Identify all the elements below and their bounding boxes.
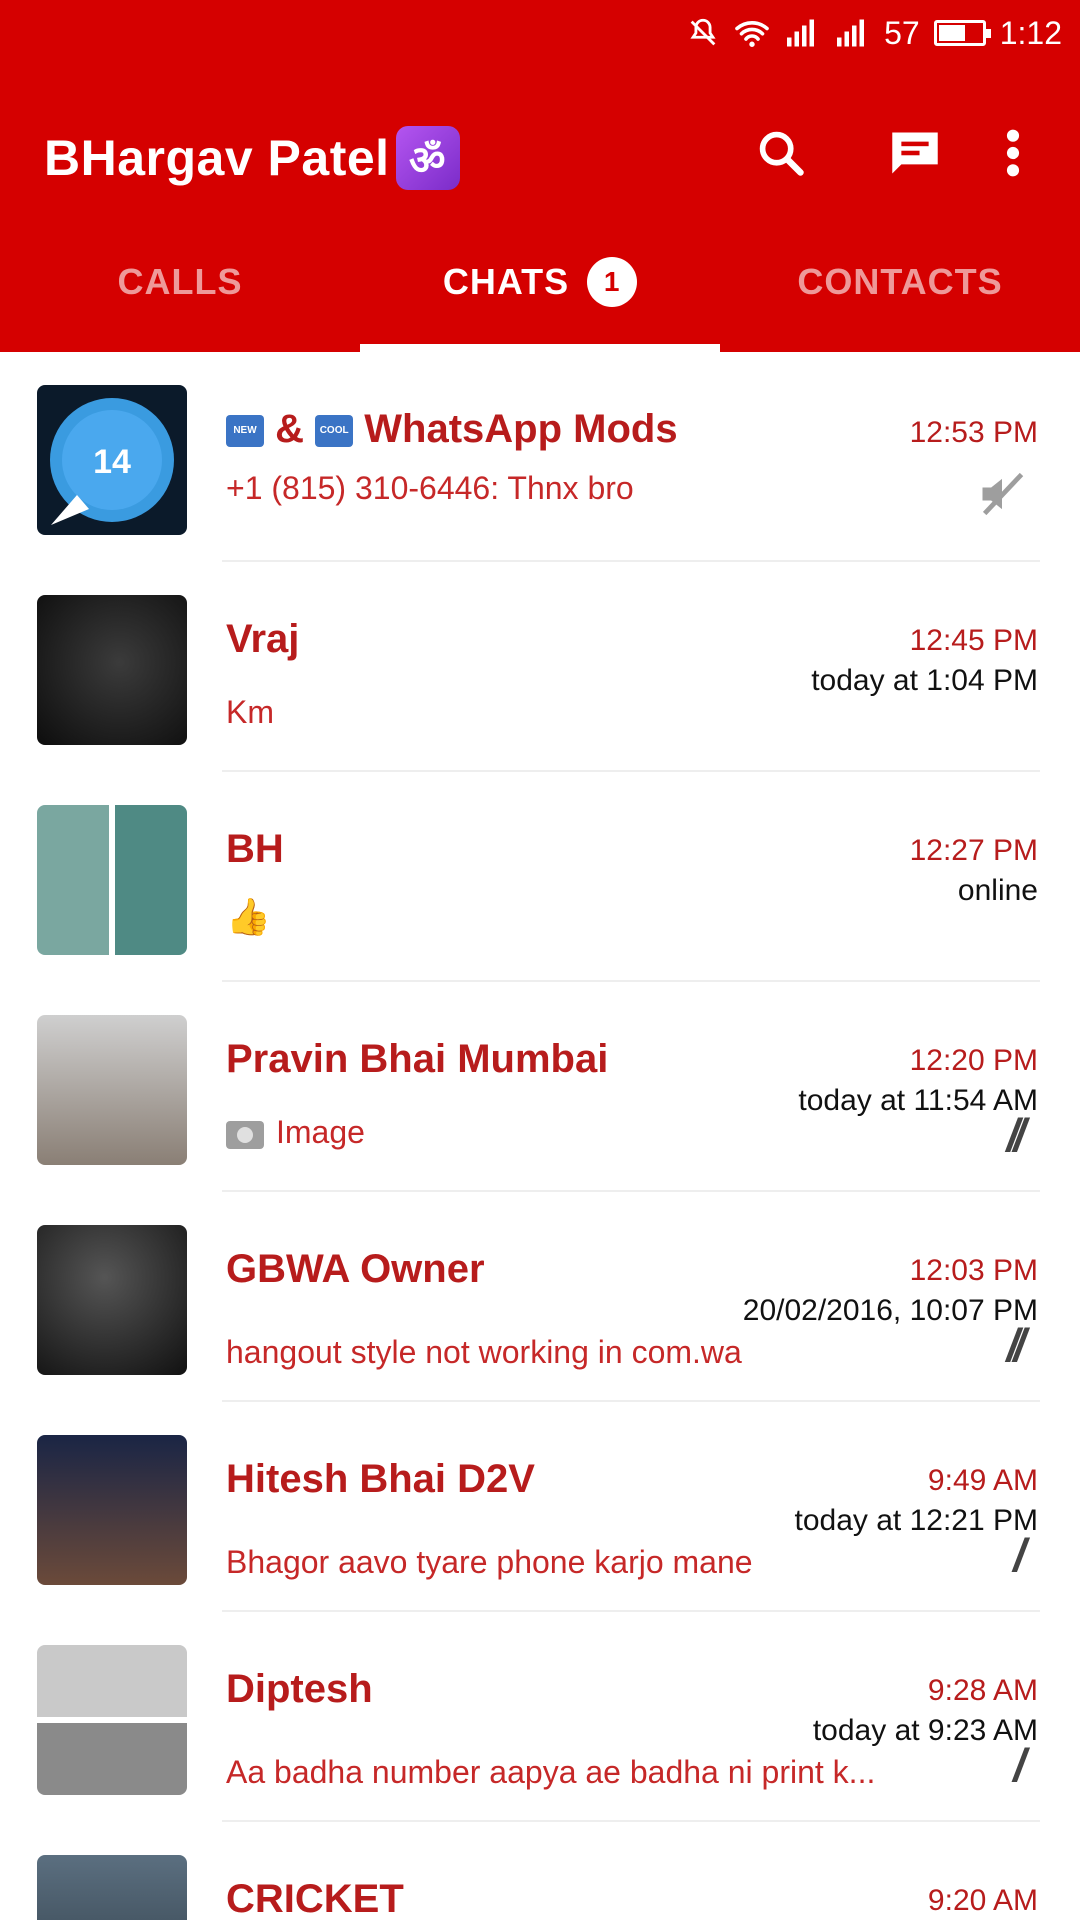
toolbar: BHargav Patel ॐ (0, 90, 1080, 220)
mute-notifications-icon (686, 16, 720, 50)
chat-time: 9:20 AM (927, 1884, 1038, 1917)
chat-row[interactable]: 14 NEW & COOL WhatsApp Mods 12:53 PM +1 … (0, 352, 1080, 562)
chat-time: 12:20 PM (909, 1044, 1038, 1077)
read-ticks-icon: // (1006, 1109, 1025, 1161)
new-emoji-icon: NEW (226, 415, 264, 448)
chat-row[interactable]: Hitesh Bhai D2V 9:49 AM today at 12:21 P… (0, 1402, 1080, 1612)
chat-name: CRICKET (226, 1877, 404, 1920)
tab-calls[interactable]: CALLS (0, 240, 360, 352)
last-seen: today at 11:54 AM (798, 1084, 1038, 1117)
chat-name: Diptesh (226, 1667, 373, 1711)
chat-last-message: Km (226, 694, 274, 730)
avatar[interactable] (37, 1855, 187, 1920)
avatar[interactable] (37, 1225, 187, 1375)
wifi-icon (734, 18, 770, 48)
sent-tick-icon: / (1013, 1529, 1026, 1581)
tab-indicator (360, 344, 720, 352)
chat-row[interactable]: GBWA Owner 12:03 PM 20/02/2016, 10:07 PM… (0, 1192, 1080, 1402)
tab-bar: CALLS CHATS 1 CONTACTS (0, 240, 1080, 352)
avatar[interactable] (37, 1645, 187, 1795)
last-seen: today at 9:23 AM (812, 1714, 1038, 1747)
new-chat-icon[interactable] (880, 118, 950, 188)
avatar[interactable] (37, 1435, 187, 1585)
chat-row[interactable]: Vraj 12:45 PM today at 1:04 PM Km (0, 562, 1080, 772)
title-text: BHargav Patel (44, 130, 390, 186)
search-icon[interactable] (746, 118, 816, 188)
avatar-count: 14 (93, 443, 131, 481)
cool-emoji-icon: COOL (315, 415, 354, 448)
chat-last-message-text: Image (276, 1114, 365, 1150)
tab-contacts-label: CONTACTS (797, 261, 1003, 302)
chat-row[interactable]: CRICKET 9:20 AM (0, 1822, 1080, 1920)
signal-icon-sim1 (784, 18, 820, 48)
chat-row[interactable]: Diptesh 9:28 AM today at 9:23 AM Aa badh… (0, 1612, 1080, 1822)
signal-icon-sim2 (834, 18, 870, 48)
tab-calls-label: CALLS (117, 261, 243, 302)
camera-icon (226, 1120, 264, 1149)
tab-chats[interactable]: CHATS 1 (360, 240, 720, 352)
chat-time: 12:27 PM (909, 834, 1038, 867)
chat-last-message: hangout style not working in com.wa (226, 1334, 742, 1370)
status-bar: 57 1:12 (0, 0, 1080, 66)
chat-name: Vraj (226, 617, 300, 661)
chat-time: 9:28 AM (927, 1674, 1038, 1707)
chat-name: NEW & COOL WhatsApp Mods (226, 407, 678, 452)
tab-chats-label: CHATS (442, 261, 570, 302)
chat-time: 12:03 PM (909, 1254, 1038, 1287)
chat-name: Pravin Bhai Mumbai (226, 1037, 609, 1081)
tab-contacts[interactable]: CONTACTS (720, 240, 1080, 352)
battery-icon (933, 20, 991, 46)
avatar[interactable] (37, 805, 187, 955)
avatar[interactable] (37, 1015, 187, 1165)
more-vert-icon[interactable] (978, 118, 1048, 188)
last-seen: today at 1:04 PM (811, 664, 1038, 697)
last-seen: 20/02/2016, 10:07 PM (742, 1294, 1038, 1327)
last-seen: today at 12:21 PM (794, 1504, 1039, 1537)
chat-time: 12:53 PM (909, 416, 1038, 449)
sent-tick-icon: / (1013, 1739, 1026, 1791)
chat-name: Hitesh Bhai D2V (226, 1457, 535, 1501)
chat-last-message: Aa badha number aapya ae badha ni print … (226, 1754, 876, 1790)
chat-row[interactable]: BH 12:27 PM online 👍 (0, 772, 1080, 982)
page-title: BHargav Patel ॐ (44, 126, 460, 190)
chat-last-message: +1 (815) 310-6446: Thnx bro (226, 470, 634, 506)
chat-last-message: Image (226, 1114, 365, 1151)
chat-last-message: 👍 (226, 896, 271, 937)
battery-percent: 57 (884, 14, 920, 51)
chat-last-message: Bhagor aavo tyare phone karjo mane (226, 1544, 753, 1580)
read-ticks-icon: // (1006, 1319, 1025, 1371)
chat-row[interactable]: Pravin Bhai Mumbai 12:20 PM today at 11:… (0, 982, 1080, 1192)
app-bar: 57 1:12 BHargav Patel ॐ CALLS CHATS 1 CO… (0, 0, 1080, 352)
avatar[interactable] (37, 595, 187, 745)
avatar[interactable]: 14 (37, 385, 187, 535)
chat-name-prefix: & (275, 407, 305, 451)
chat-time: 9:49 AM (927, 1464, 1038, 1497)
om-emoji-icon: ॐ (395, 126, 460, 190)
unread-badge: 1 (587, 257, 638, 307)
muted-icon (976, 468, 1028, 520)
chat-time: 12:45 PM (909, 624, 1038, 657)
chat-name: GBWA Owner (226, 1247, 485, 1291)
chat-name: BH (226, 827, 284, 871)
clock: 1:12 (999, 14, 1062, 51)
chat-name-text: WhatsApp Mods (364, 407, 678, 451)
last-seen: online (957, 874, 1038, 907)
